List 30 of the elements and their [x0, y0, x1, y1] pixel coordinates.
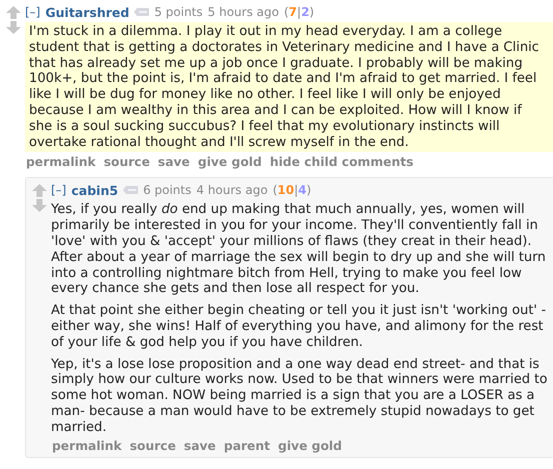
author-link[interactable]: Guitarshred: [45, 4, 130, 20]
downvote-arrow-icon[interactable]: [6, 21, 20, 34]
vote-counts: (7|2): [284, 5, 314, 19]
comment-action-link[interactable]: save: [158, 155, 190, 170]
tag-icon: [134, 8, 150, 16]
score-text: 6 points: [143, 183, 192, 198]
comment-action-link[interactable]: give gold: [278, 438, 342, 453]
comment-action-link[interactable]: give gold: [198, 155, 262, 170]
timestamp: 5 hours ago: [208, 5, 279, 19]
collapse-toggle[interactable]: [–]: [25, 5, 40, 19]
upvote-arrow-icon[interactable]: [32, 184, 46, 198]
vote-counts: (10|4): [272, 183, 312, 198]
comment-paragraph: I'm stuck in a dilemma. I play it out in my head everyday. I am a college student that is getting a doctorates in Veterinary medicine and I have a Clinic that has already set me up a job once I graduate. I probably will be making 100k+, but the point is, I'm afraid to date and I'm afraid to get married. I feel like I will be dug for money like no other. I feel like I will only be enjoyed because I am wealthy in this area and I can be exploited. How will I know if she is a soul sucking succubus? I feel that my evolutionary instincts will overtake rational thought and I'll screw myself in the end.: [29, 24, 540, 150]
comment-action-link[interactable]: hide child comments: [270, 155, 414, 170]
comment-paragraph: Yes, if you really do end up making that much annually, yes, women will primarily be interested in you for your income. They'll conventiently fall in 'love' with you & 'accept' your millions of flaws (they creat in their head). After about a year of marriage the sex will begin to dry up and she will turn into a controlling nightmare bitch from Hell, trying to make you feel low every chance she gets and then lose all respect for you.: [51, 202, 547, 298]
score-text: 5 points: [154, 5, 203, 19]
comment-paragraph: At that point she either begin cheating or tell you it just isn't 'working out' - either way, she wins! Half of everything you have, and alimony for the rest of your life & god help you if you have children.: [51, 303, 547, 351]
comment-action-link[interactable]: source: [130, 438, 176, 453]
comment-action-link[interactable]: permalink: [52, 438, 122, 453]
comment-action-link[interactable]: parent: [224, 438, 270, 453]
upvote-arrow-icon[interactable]: [6, 6, 20, 19]
comment-paragraph: Yep, it's a lose lose proposition and a one way dead end street- and that is simply how our culture works now. Used to be that winners were married to some hot woman. NOW being married is a sign that you are a LOSER as a man- because a man would have to be extremely stupid nowadays to get married.: [51, 356, 548, 436]
timestamp: 4 hours ago: [196, 183, 268, 198]
tag-icon: [123, 186, 138, 194]
comment-action-link[interactable]: save: [184, 438, 216, 453]
comment-action-link[interactable]: source: [104, 155, 150, 170]
author-link[interactable]: cabin5: [71, 182, 118, 198]
comment-action-link[interactable]: permalink: [26, 155, 96, 170]
downvote-arrow-icon[interactable]: [32, 199, 46, 212]
collapse-toggle[interactable]: [–]: [51, 183, 66, 198]
